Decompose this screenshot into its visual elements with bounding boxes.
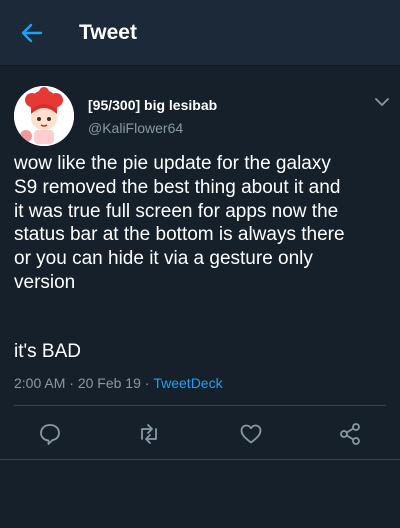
reply-icon[interactable] [38,422,62,446]
tweet-author: [95/300] big lesibab @KaliFlower64 [0,76,400,150]
avatar-image [14,86,74,146]
user-handle[interactable]: @KaliFlower64 [88,120,183,136]
meta-separator: · [65,375,78,391]
heart-icon[interactable] [239,422,263,446]
tweet-text: wow like the pie update for the galaxy S… [14,153,345,293]
back-button[interactable] [0,0,64,66]
divider [14,405,386,406]
tweet-time: 2:00 AM [14,375,66,391]
tweet-text-end: it's BAD [14,341,81,362]
tweet-actions [0,412,400,454]
divider [0,459,400,460]
display-name[interactable]: [95/300] big lesibab [88,97,217,113]
tweet-date: 20 Feb 19 [77,375,141,391]
tweet-meta: 2:00 AM · 20 Feb 19 · TweetDeck [14,375,223,391]
avatar[interactable] [14,86,74,146]
chevron-down-icon[interactable] [374,96,390,108]
share-icon[interactable] [338,422,362,446]
page-title: Tweet [79,20,137,44]
retweet-icon[interactable] [137,422,161,446]
back-arrow-icon [21,23,43,42]
tweet-source-link[interactable]: TweetDeck [153,375,222,391]
app-bar: Tweet [0,0,400,66]
meta-separator: · [140,375,154,391]
